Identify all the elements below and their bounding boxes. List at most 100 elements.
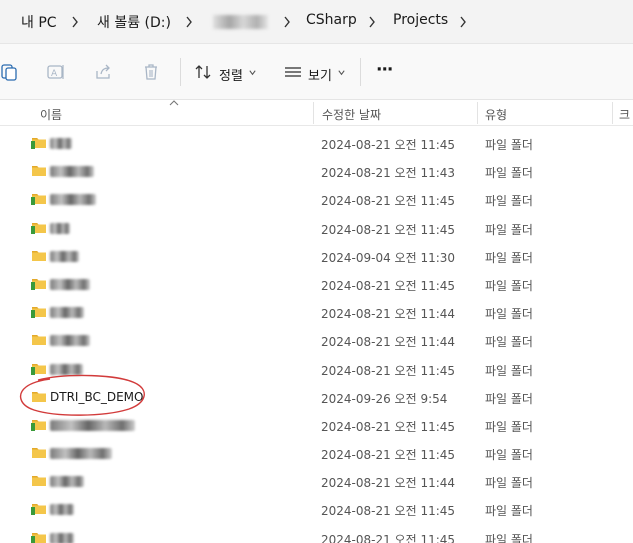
folder-icon xyxy=(32,166,46,177)
toolbar-divider xyxy=(360,58,361,86)
folder-icon xyxy=(31,504,46,516)
file-date-modified: 2024-08-21 오전 11:45 xyxy=(321,448,456,463)
file-date-modified: 2024-08-21 오전 11:45 xyxy=(321,419,456,434)
folder-icon xyxy=(32,250,46,261)
chevron-right-icon[interactable] xyxy=(459,16,467,28)
view-icon[interactable] xyxy=(283,62,303,82)
file-date-modified: 2024-08-21 오전 11:45 xyxy=(321,278,456,293)
file-date-modified: 2024-08-21 오전 11:45 xyxy=(321,363,456,378)
file-row[interactable]: DTRI_BC_DEMO 2024-09-26 오전 9:54 파일 폴더 xyxy=(0,383,633,411)
file-type: 파일 폴더 xyxy=(485,363,533,378)
file-name-redacted[interactable] xyxy=(50,166,94,178)
column-date-modified[interactable]: 수정한 날짜 xyxy=(322,106,381,123)
file-date-modified: 2024-08-21 오전 11:45 xyxy=(321,222,456,237)
file-date-modified: 2024-08-21 오전 11:45 xyxy=(321,138,456,152)
file-type: 파일 폴더 xyxy=(485,222,533,237)
sort-icon[interactable] xyxy=(193,62,213,82)
file-name-redacted[interactable] xyxy=(50,250,79,262)
file-name-redacted[interactable] xyxy=(50,194,96,206)
file-name-redacted[interactable] xyxy=(50,138,72,149)
folder-icon xyxy=(32,391,46,402)
file-name-redacted[interactable] xyxy=(50,222,70,234)
file-type: 파일 폴더 xyxy=(485,391,533,406)
file-row[interactable]: 2024-08-21 오전 11:44 파일 폴더 xyxy=(0,298,633,326)
folder-icon xyxy=(31,278,46,290)
file-row[interactable]: 2024-08-21 오전 11:45 파일 폴더 xyxy=(0,439,633,467)
chevron-right-icon[interactable] xyxy=(283,16,291,28)
folder-icon xyxy=(32,476,46,487)
column-header-row: 이름 수정한 날짜 유형 크 xyxy=(0,100,633,126)
chevron-right-icon[interactable] xyxy=(71,16,79,28)
column-name[interactable]: 이름 xyxy=(40,106,62,123)
folder-icon xyxy=(32,335,46,346)
file-name-redacted[interactable] xyxy=(50,363,83,375)
file-row[interactable]: 2024-08-21 오전 11:45 파일 폴더 xyxy=(0,495,633,523)
file-name[interactable]: DTRI_BC_DEMO xyxy=(50,390,143,404)
file-type: 파일 폴더 xyxy=(485,476,533,491)
file-row[interactable]: 2024-08-21 오전 11:45 파일 폴더 xyxy=(0,355,633,383)
file-row[interactable]: 2024-08-21 오전 11:45 파일 폴더 xyxy=(0,270,633,298)
breadcrumb-this-pc[interactable]: 내 PC xyxy=(21,12,57,32)
file-type: 파일 폴더 xyxy=(485,504,533,519)
file-date-modified: 2024-08-21 오전 11:43 xyxy=(321,166,456,181)
file-name-redacted[interactable] xyxy=(50,419,135,431)
column-type[interactable]: 유형 xyxy=(485,106,507,123)
folder-icon xyxy=(31,222,46,234)
file-type: 파일 폴더 xyxy=(485,532,533,543)
sort-button-label[interactable]: 정렬 xyxy=(219,65,243,84)
breadcrumb-redacted-folder[interactable] xyxy=(213,15,268,29)
column-size[interactable]: 크 xyxy=(619,106,630,123)
folder-icon xyxy=(31,307,46,319)
file-name-redacted[interactable] xyxy=(50,448,112,460)
file-row[interactable]: 2024-08-21 오전 11:45 파일 폴더 xyxy=(0,129,633,157)
delete-icon[interactable] xyxy=(141,62,161,82)
column-divider[interactable] xyxy=(313,102,314,124)
file-name-redacted[interactable] xyxy=(50,532,74,543)
file-type: 파일 폴더 xyxy=(485,335,533,350)
file-date-modified: 2024-08-21 오전 11:44 xyxy=(321,307,456,322)
file-row[interactable]: 2024-08-21 오전 11:45 파일 폴더 xyxy=(0,524,633,543)
file-type: 파일 폴더 xyxy=(485,250,533,265)
column-divider[interactable] xyxy=(612,102,613,124)
breadcrumb-projects[interactable]: Projects xyxy=(393,12,448,28)
file-type: 파일 폴더 xyxy=(485,138,533,152)
file-name-redacted[interactable] xyxy=(50,307,84,319)
file-row[interactable]: 2024-09-04 오전 11:30 파일 폴더 xyxy=(0,242,633,270)
file-row[interactable]: 2024-08-21 오전 11:45 파일 폴더 xyxy=(0,214,633,242)
file-row[interactable]: 2024-08-21 오전 11:44 파일 폴더 xyxy=(0,326,633,354)
folder-icon xyxy=(31,532,46,543)
share-icon[interactable] xyxy=(93,62,113,82)
folder-icon xyxy=(31,363,46,375)
chevron-right-icon[interactable] xyxy=(368,16,376,28)
file-name-redacted[interactable] xyxy=(50,278,90,290)
copy-icon[interactable] xyxy=(0,62,20,82)
file-row[interactable]: 2024-08-21 오전 11:44 파일 폴더 xyxy=(0,467,633,495)
file-date-modified: 2024-08-21 오전 11:44 xyxy=(321,476,456,491)
file-type: 파일 폴더 xyxy=(485,194,533,209)
command-toolbar: A 정렬 보기 ··· xyxy=(0,44,633,100)
file-date-modified: 2024-08-21 오전 11:45 xyxy=(321,504,456,519)
file-row[interactable]: 2024-08-21 오전 11:43 파일 폴더 xyxy=(0,157,633,185)
file-type: 파일 폴더 xyxy=(485,307,533,322)
column-divider[interactable] xyxy=(477,102,478,124)
file-row[interactable]: 2024-08-21 오전 11:45 파일 폴더 xyxy=(0,185,633,213)
file-date-modified: 2024-08-21 오전 11:44 xyxy=(321,335,456,350)
file-type: 파일 폴더 xyxy=(485,278,533,293)
breadcrumb-volume-d[interactable]: 새 볼륨 (D:) xyxy=(97,12,171,32)
file-date-modified: 2024-08-21 오전 11:45 xyxy=(321,194,456,209)
breadcrumb-csharp[interactable]: CSharp xyxy=(306,12,357,28)
file-name-redacted[interactable] xyxy=(50,476,84,488)
folder-icon xyxy=(31,138,46,149)
rename-icon[interactable]: A xyxy=(46,62,66,82)
file-name-redacted[interactable] xyxy=(50,335,90,347)
file-type: 파일 폴더 xyxy=(485,419,533,434)
more-options-button[interactable]: ··· xyxy=(376,60,393,80)
toolbar-divider xyxy=(180,58,181,86)
view-button-label[interactable]: 보기 xyxy=(308,65,332,84)
file-name-redacted[interactable] xyxy=(50,504,74,516)
chevron-down-icon[interactable] xyxy=(248,68,257,77)
chevron-down-icon[interactable] xyxy=(337,68,346,77)
file-row[interactable]: 2024-08-21 오전 11:45 파일 폴더 xyxy=(0,411,633,439)
address-breadcrumb: 내 PC 새 볼륨 (D:) CSharp Projects xyxy=(0,0,633,44)
chevron-right-icon[interactable] xyxy=(185,16,193,28)
